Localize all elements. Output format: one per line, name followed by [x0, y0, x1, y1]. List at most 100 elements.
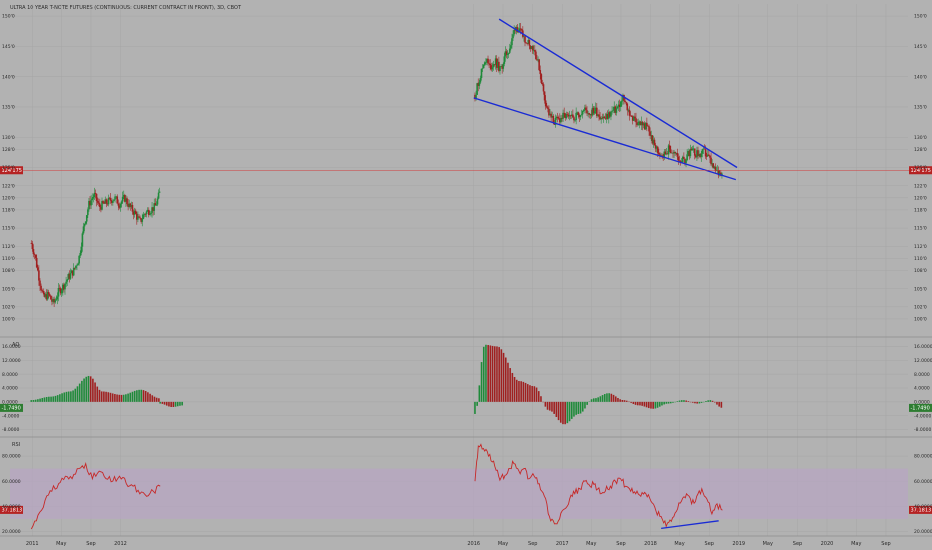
ao-bar	[107, 392, 110, 402]
ao-bar	[65, 391, 68, 402]
ao-bar	[504, 357, 507, 402]
ao-bar	[478, 385, 481, 402]
price-tick-right: 100'0	[914, 317, 927, 323]
price-tick-left: 150'0	[2, 14, 15, 20]
price-tick-right: 150'0	[914, 14, 927, 20]
time-axis-label: May	[674, 541, 684, 547]
price-tick-left: 135'0	[2, 105, 15, 111]
candle-body	[562, 112, 564, 119]
candle-body	[541, 82, 544, 85]
ao-bar	[595, 398, 597, 402]
ao-bar	[592, 398, 595, 402]
time-axis-label: Sep	[881, 541, 890, 547]
candle-body	[525, 42, 527, 44]
ao-bar	[610, 393, 613, 402]
ao-bar	[50, 396, 52, 402]
candle-body	[112, 200, 114, 203]
candle-body	[575, 112, 577, 120]
candle-body	[90, 200, 92, 206]
ao-bar	[667, 401, 670, 404]
candle-body	[158, 191, 161, 193]
ao-bar	[92, 378, 94, 402]
ao-bar	[713, 401, 716, 403]
ao-bar	[581, 401, 584, 412]
candle-body	[113, 199, 115, 201]
time-axis-label: Sep	[705, 541, 714, 547]
ao-bar	[144, 391, 147, 402]
ao-bar	[83, 378, 85, 402]
ao-bar	[116, 394, 118, 402]
ao-bar	[553, 401, 555, 414]
candle-body	[31, 243, 34, 250]
ao-bar	[76, 386, 79, 402]
ao-bar	[482, 346, 485, 402]
price-tick-left: 105'0	[2, 286, 15, 292]
ao-bar	[172, 401, 175, 407]
candle-body	[138, 216, 140, 218]
ao-bar	[537, 391, 540, 402]
candle-body	[120, 201, 123, 205]
candle-body	[593, 111, 596, 114]
ao-bar	[496, 346, 498, 402]
ao-bar	[98, 389, 101, 402]
candle-body	[72, 267, 75, 276]
candle-body	[502, 63, 505, 69]
candle-body	[539, 70, 542, 75]
ao-bar	[678, 400, 681, 402]
candle-body	[60, 290, 63, 294]
candle-body	[91, 198, 94, 201]
candle-body	[80, 246, 83, 253]
price-tick-right: 112'0	[914, 244, 927, 250]
ao-bar	[151, 395, 154, 402]
time-axis-label: Sep	[616, 541, 625, 547]
ao-tick-right: -8.0000	[914, 427, 932, 433]
ao-bar	[562, 401, 564, 425]
ao-bar	[87, 375, 90, 402]
ao-bar	[661, 401, 663, 406]
price-tick-left: 140'0	[2, 74, 15, 80]
candle-body	[535, 51, 537, 60]
price-tick-right: 110'0	[914, 256, 927, 262]
ao-bar	[597, 397, 599, 402]
candle-body	[81, 233, 84, 247]
price-tick-left: 122'0	[2, 183, 15, 189]
ao-bar	[694, 401, 696, 404]
candle-body	[478, 82, 481, 86]
price-tick-right: 102'0	[914, 304, 927, 310]
candle-body	[693, 148, 696, 156]
ao-bar	[531, 385, 533, 402]
rsi-tick-left: 20.0000	[2, 529, 21, 535]
ao-tick-left: 8.0000	[2, 372, 18, 378]
candle-body	[538, 59, 540, 71]
ao-bar	[540, 396, 542, 402]
candle-body	[507, 52, 510, 54]
price-tick-left: 112'0	[2, 244, 15, 250]
ao-bar	[122, 394, 125, 402]
ao-tick-left: 0.0000	[2, 399, 18, 405]
ao-bar	[676, 401, 679, 402]
candle-body	[40, 285, 42, 291]
candle-body	[35, 257, 38, 268]
rsi-tick-left: 60.0000	[2, 479, 21, 485]
candle-body	[581, 110, 584, 115]
ao-bar	[96, 386, 99, 402]
ao-bar	[81, 380, 83, 402]
ao-bar	[683, 400, 685, 402]
ao-bar	[125, 394, 127, 402]
ao-bar	[103, 391, 105, 402]
ao-bar	[131, 391, 134, 402]
ao-bar	[617, 397, 619, 402]
ao-bar	[687, 401, 690, 402]
ao-bar	[163, 401, 166, 405]
ao-tick-right: 8.0000	[914, 372, 930, 378]
ao-tick-left: 16.0000	[2, 344, 21, 350]
ao-bar	[513, 377, 516, 402]
candle-body	[119, 204, 122, 208]
ao-bar	[685, 400, 687, 402]
ao-bar	[559, 401, 562, 423]
time-axis-label: Sep	[86, 541, 95, 547]
ao-bar	[650, 401, 652, 409]
ao-bar	[645, 401, 648, 408]
chart-canvas[interactable]: ULTRA 10 YEAR T-NOTE FUTURES (CONTINUOUS…	[0, 0, 932, 550]
candle-body	[48, 294, 51, 296]
